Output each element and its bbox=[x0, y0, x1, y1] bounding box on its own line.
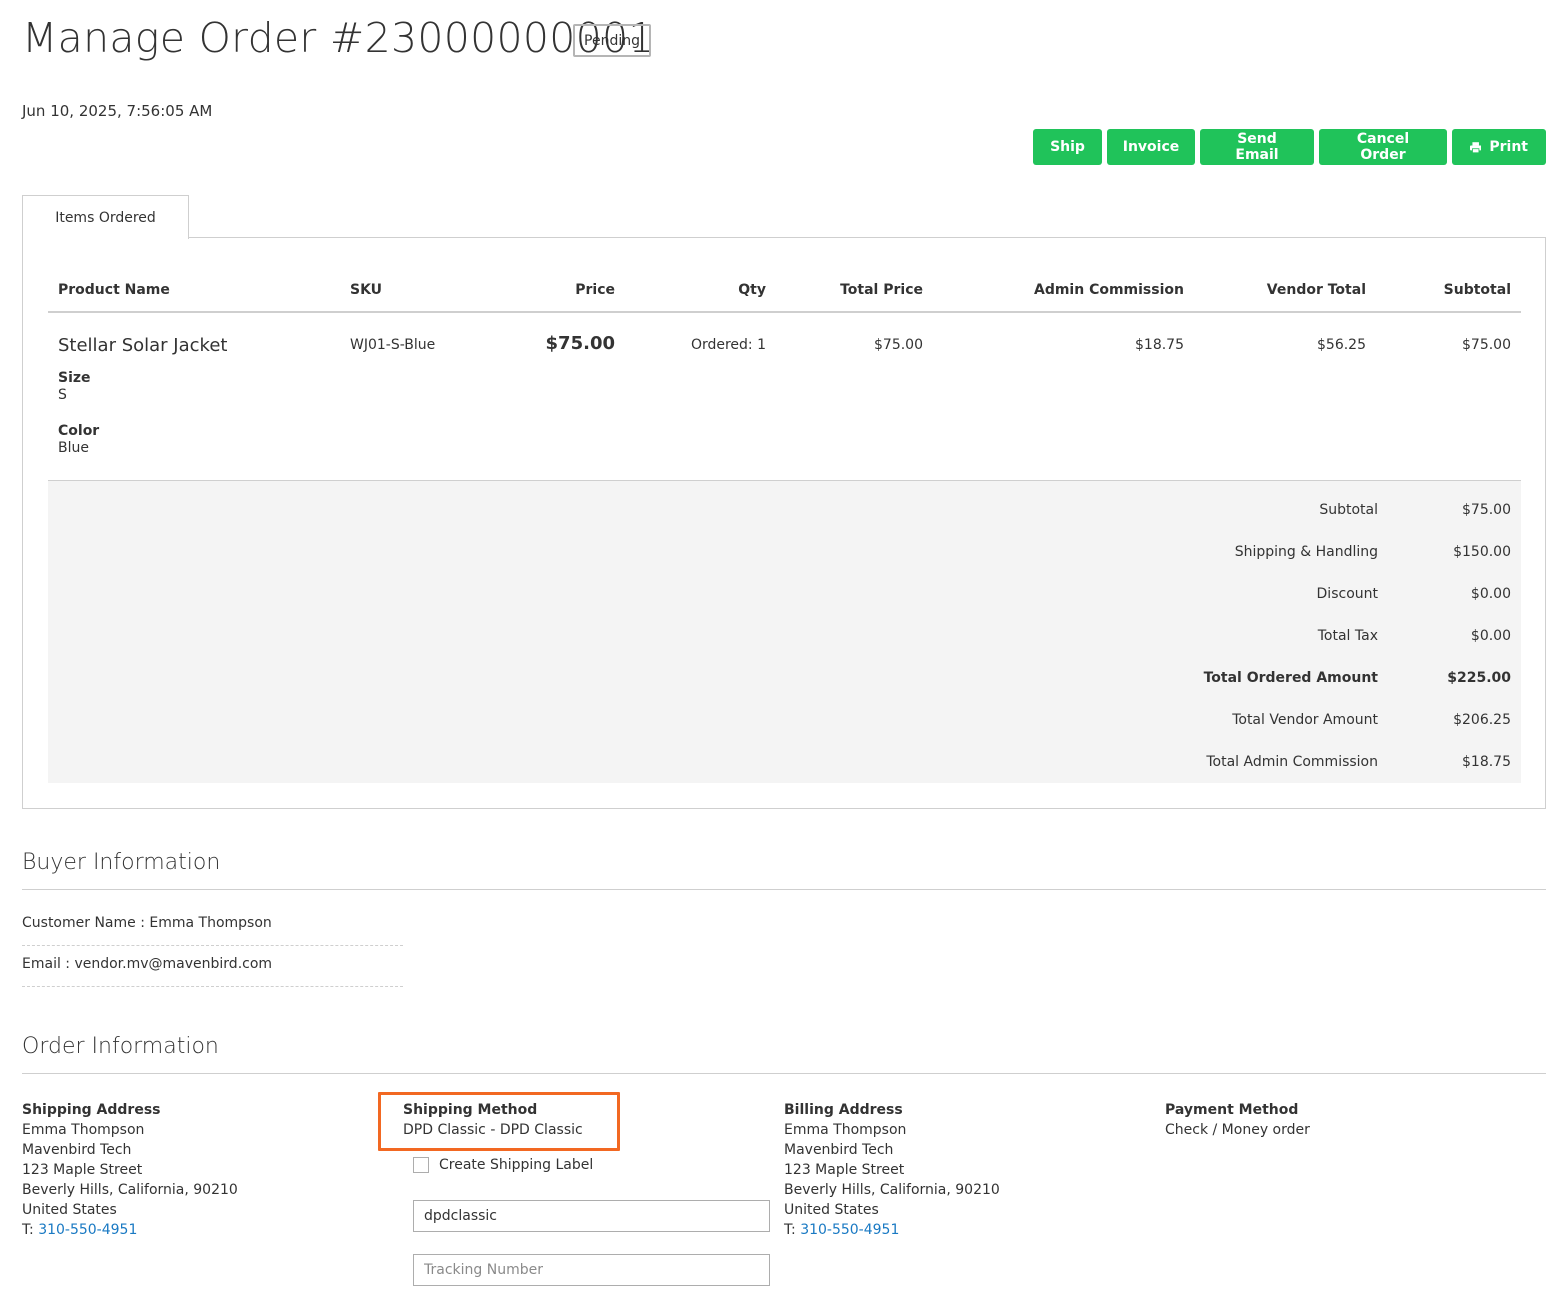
address-line: Beverly Hills, California, 90210 bbox=[22, 1182, 238, 1198]
table-row: Stellar Solar Jacket Size S Color Blue W… bbox=[48, 312, 1521, 479]
address-line: Beverly Hills, California, 90210 bbox=[784, 1182, 1000, 1198]
customer-name: Customer Name : Emma Thompson bbox=[22, 915, 272, 931]
option-value: Blue bbox=[58, 440, 89, 456]
create-shipping-label-text: Create Shipping Label bbox=[439, 1157, 594, 1173]
address-line: Emma Thompson bbox=[22, 1122, 145, 1138]
totals-value: $0.00 bbox=[1470, 586, 1511, 602]
cancel-order-button[interactable]: Cancel Order bbox=[1319, 129, 1447, 165]
print-label: Print bbox=[1489, 139, 1528, 155]
divider bbox=[22, 986, 403, 987]
payment-method-value: Check / Money order bbox=[1165, 1122, 1310, 1138]
order-date: Jun 10, 2025, 7:56:05 AM bbox=[22, 102, 213, 120]
phone-link[interactable]: 310-550-4951 bbox=[38, 1222, 137, 1238]
totals-label: Total Admin Commission bbox=[1206, 754, 1378, 770]
create-shipping-label-checkbox[interactable] bbox=[413, 1157, 429, 1173]
carrier-code-input[interactable] bbox=[413, 1200, 770, 1232]
phone-prefix: T: bbox=[22, 1222, 39, 1238]
subtotal-cell: $75.00 bbox=[1462, 337, 1511, 353]
totals-value: $75.00 bbox=[1462, 502, 1511, 518]
address-line: 123 Maple Street bbox=[22, 1162, 143, 1178]
totals-row: Subtotal $75.00 bbox=[48, 502, 1521, 522]
order-totals: Subtotal $75.00 Shipping & Handling $150… bbox=[48, 480, 1521, 783]
invoice-button[interactable]: Invoice bbox=[1107, 129, 1195, 165]
admin-commission-cell: $18.75 bbox=[1135, 337, 1184, 353]
address-line: United States bbox=[22, 1202, 117, 1218]
shipping-address-heading: Shipping Address bbox=[22, 1102, 161, 1118]
totals-label: Total Vendor Amount bbox=[1232, 712, 1378, 728]
totals-label: Shipping & Handling bbox=[1234, 544, 1378, 560]
phone-prefix: T: bbox=[784, 1222, 801, 1238]
buyer-info-title: Buyer Information bbox=[22, 850, 221, 875]
totals-row: Total Ordered Amount $225.00 bbox=[48, 670, 1521, 690]
vendor-total-cell: $56.25 bbox=[1317, 337, 1366, 353]
phone-line: T: 310-550-4951 bbox=[784, 1220, 1000, 1240]
total-price-cell: $75.00 bbox=[874, 337, 923, 353]
column-header: Product Name bbox=[48, 268, 340, 313]
phone-line: T: 310-550-4951 bbox=[22, 1220, 238, 1240]
column-header: Qty bbox=[625, 268, 776, 313]
address-line: Mavenbird Tech bbox=[22, 1142, 132, 1158]
totals-row: Discount $0.00 bbox=[48, 586, 1521, 606]
shipping-address: Shipping Address Emma Thompson Mavenbird… bbox=[22, 1100, 238, 1240]
printer-icon bbox=[1470, 141, 1482, 153]
column-header: Vendor Total bbox=[1194, 268, 1376, 313]
customer-email: Email : vendor.mv@mavenbird.com bbox=[22, 956, 273, 972]
column-header: Price bbox=[500, 268, 625, 313]
address-line: 123 Maple Street bbox=[784, 1162, 905, 1178]
qty-cell: Ordered: 1 bbox=[690, 337, 766, 353]
totals-label: Subtotal bbox=[1319, 502, 1378, 518]
divider bbox=[22, 1073, 1546, 1074]
totals-row: Total Admin Commission $18.75 bbox=[48, 754, 1521, 774]
column-header: Admin Commission bbox=[933, 268, 1194, 313]
items-ordered-panel: Product Name SKU Price Qty Total Price A… bbox=[22, 237, 1546, 809]
items-table: Product Name SKU Price Qty Total Price A… bbox=[48, 268, 1521, 479]
price-cell: $75.00 bbox=[500, 312, 625, 479]
tab-items-ordered[interactable]: Items Ordered bbox=[22, 195, 189, 239]
option-value: S bbox=[58, 387, 67, 403]
product-cell: Stellar Solar Jacket Size S Color Blue bbox=[48, 312, 340, 479]
totals-row: Total Tax $0.00 bbox=[48, 628, 1521, 648]
column-header: Subtotal bbox=[1376, 268, 1521, 313]
send-email-button[interactable]: Send Email bbox=[1200, 129, 1314, 165]
status-badge: Pending bbox=[573, 24, 651, 57]
totals-row: Shipping & Handling $150.00 bbox=[48, 544, 1521, 564]
price-value: $75.00 bbox=[545, 333, 615, 354]
print-button[interactable]: Print bbox=[1452, 129, 1546, 165]
address-line: Mavenbird Tech bbox=[784, 1142, 894, 1158]
totals-label: Total Tax bbox=[1317, 628, 1378, 644]
payment-method-heading: Payment Method bbox=[1165, 1102, 1299, 1118]
payment-method: Payment Method Check / Money order bbox=[1165, 1100, 1310, 1140]
totals-value: $206.25 bbox=[1453, 712, 1511, 728]
page-title: Manage Order #23000000001 bbox=[22, 14, 655, 62]
totals-label: Total Ordered Amount bbox=[1203, 670, 1378, 686]
product-name: Stellar Solar Jacket bbox=[58, 335, 228, 356]
address-line: United States bbox=[784, 1202, 879, 1218]
sku-cell: WJ01-S-Blue bbox=[350, 337, 436, 353]
ship-button[interactable]: Ship bbox=[1033, 129, 1102, 165]
order-info-title: Order Information bbox=[22, 1034, 219, 1059]
totals-value: $18.75 bbox=[1462, 754, 1511, 770]
divider bbox=[22, 945, 403, 946]
create-shipping-label-option[interactable]: Create Shipping Label bbox=[413, 1157, 593, 1173]
column-header: Total Price bbox=[776, 268, 933, 313]
totals-value: $225.00 bbox=[1447, 670, 1511, 686]
column-header: SKU bbox=[340, 268, 500, 313]
order-actions: Ship Invoice Send Email Cancel Order Pri… bbox=[1033, 129, 1546, 165]
totals-row: Total Vendor Amount $206.25 bbox=[48, 712, 1521, 732]
option-label: Color bbox=[58, 423, 100, 439]
highlight-box bbox=[378, 1092, 620, 1151]
tracking-number-input[interactable] bbox=[413, 1254, 770, 1286]
billing-address: Billing Address Emma Thompson Mavenbird … bbox=[784, 1100, 1000, 1240]
option-label: Size bbox=[58, 370, 91, 386]
table-header-row: Product Name SKU Price Qty Total Price A… bbox=[48, 268, 1521, 313]
billing-address-heading: Billing Address bbox=[784, 1102, 903, 1118]
totals-value: $150.00 bbox=[1453, 544, 1511, 560]
divider bbox=[22, 889, 1546, 890]
totals-label: Discount bbox=[1316, 586, 1378, 602]
phone-link[interactable]: 310-550-4951 bbox=[800, 1222, 899, 1238]
totals-value: $0.00 bbox=[1470, 628, 1511, 644]
address-line: Emma Thompson bbox=[784, 1122, 907, 1138]
